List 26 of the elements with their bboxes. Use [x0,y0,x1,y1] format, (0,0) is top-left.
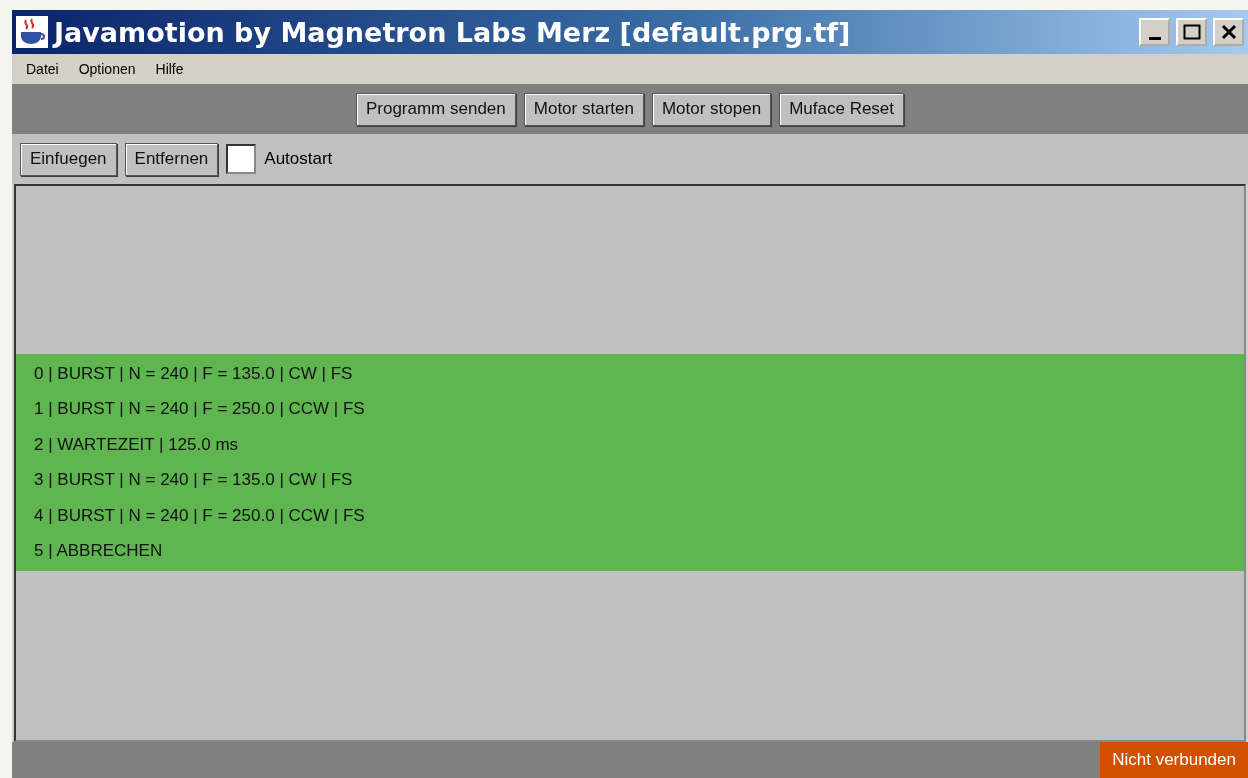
program-step[interactable]: 5 | ABBRECHEN [34,541,163,562]
autostart-label: Autostart [264,149,333,169]
edit-button[interactable]: Entfernen [124,142,219,176]
minimize-icon [1148,36,1161,40]
program-step[interactable]: 4 | BURST | N = 240 | F = 250.0 | CCW | FS [34,505,365,526]
autostart-checkbox[interactable] [226,144,257,174]
minimize-button[interactable] [1139,18,1170,46]
close-icon [1220,24,1237,40]
close-button[interactable] [1213,18,1244,46]
window-title: Javamotion by Magnetron Labs Merz [default.prg.tf] [54,16,852,48]
program-step[interactable]: 3 | BURST | N = 240 | F = 135.0 | CW | FS [34,470,353,491]
program-step[interactable]: 2 | WARTEZEIT | 125.0 ms [34,434,239,455]
toolbar-button[interactable]: Motor stopen [651,92,772,126]
program-step[interactable]: 0 | BURST | N = 240 | F = 135.0 | CW | FS [34,363,353,384]
connection-status: Nicht verbunden [1100,742,1248,778]
menu-item[interactable]: Optionen [68,61,146,77]
maximize-icon [1182,24,1201,40]
toolbar-button[interactable]: Muface Reset [779,92,905,126]
menu-item[interactable]: Datei [16,61,69,77]
coffee-cup-icon [16,16,48,48]
toolbar-button[interactable]: Programm senden [355,92,516,126]
edit-button[interactable]: Einfuegen [20,142,117,176]
toolbar-button[interactable]: Motor starten [523,92,644,126]
maximize-button[interactable] [1176,18,1207,46]
program-step[interactable]: 1 | BURST | N = 240 | F = 250.0 | CCW | FS [34,399,365,420]
menu-item[interactable]: Hilfe [145,61,194,77]
